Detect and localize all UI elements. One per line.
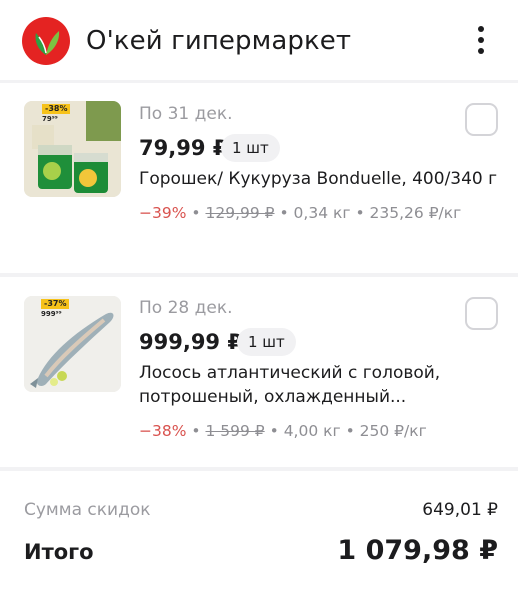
product-name[interactable]: Горошек/ Кукуруза Bonduelle, 400/340 г bbox=[139, 167, 499, 191]
separator-dot: • bbox=[279, 204, 289, 222]
offer-date: По 28 дек. bbox=[139, 298, 233, 318]
thumb-discount-badge: -37% bbox=[41, 299, 70, 309]
thumb-discount-badge: -38% bbox=[42, 104, 71, 114]
old-price: 1 599 ₽ bbox=[205, 422, 265, 440]
product-image[interactable]: -38% 79⁹⁹ bbox=[24, 101, 121, 197]
separator-dot: • bbox=[191, 204, 201, 222]
discount-sum-label: Сумма скидок bbox=[24, 500, 151, 520]
product-image[interactable]: -37% 999⁹⁹ bbox=[24, 296, 121, 392]
old-price: 129,99 ₽ bbox=[205, 204, 275, 222]
item-weight: 0,34 кг bbox=[293, 204, 351, 222]
more-vertical-icon[interactable] bbox=[470, 26, 492, 56]
cart-item: -38% 79⁹⁹ По 31 дек. 79,99 ₽ 1 шт Гороше… bbox=[0, 83, 518, 273]
separator-dot: • bbox=[345, 422, 355, 440]
separator-dot: • bbox=[355, 204, 365, 222]
select-checkbox[interactable] bbox=[465, 103, 498, 136]
unit-price: 235,26 ₽/кг bbox=[369, 204, 462, 222]
item-price: 999,99 ₽ bbox=[139, 330, 242, 354]
order-summary: Сумма скидок 649,01 ₽ Итого 1 079,98 ₽ bbox=[0, 471, 518, 600]
discount-sum-value: 649,01 ₽ bbox=[422, 500, 498, 520]
discount-percent: −38% bbox=[139, 422, 187, 440]
select-checkbox[interactable] bbox=[465, 297, 498, 330]
price-details: −39% • 129,99 ₽ • 0,34 кг • 235,26 ₽/кг bbox=[139, 202, 461, 224]
product-name[interactable]: Лосось атлантический с головой, потрошен… bbox=[139, 361, 499, 409]
cart-item: -37% 999⁹⁹ По 28 дек. 999,99 ₽ 1 шт Лосо… bbox=[0, 277, 518, 467]
okey-logo-icon bbox=[22, 17, 70, 65]
store-title: О'кей гипермаркет bbox=[86, 26, 352, 56]
offer-date: По 31 дек. bbox=[139, 104, 233, 124]
price-details: −38% • 1 599 ₽ • 4,00 кг • 250 ₽/кг bbox=[139, 420, 427, 442]
item-price: 79,99 ₽ bbox=[139, 136, 228, 160]
separator-dot: • bbox=[269, 422, 279, 440]
item-weight: 4,00 кг bbox=[283, 422, 341, 440]
separator-dot: • bbox=[191, 422, 201, 440]
quantity-badge[interactable]: 1 шт bbox=[221, 134, 280, 162]
total-label: Итого bbox=[24, 540, 94, 564]
store-header: О'кей гипермаркет bbox=[0, 0, 518, 80]
thumb-price-tag: 79⁹⁹ bbox=[42, 115, 58, 123]
thumb-price-tag: 999⁹⁹ bbox=[41, 310, 62, 318]
quantity-badge[interactable]: 1 шт bbox=[237, 328, 296, 356]
total-value: 1 079,98 ₽ bbox=[337, 535, 498, 566]
unit-price: 250 ₽/кг bbox=[359, 422, 427, 440]
discount-percent: −39% bbox=[139, 204, 187, 222]
